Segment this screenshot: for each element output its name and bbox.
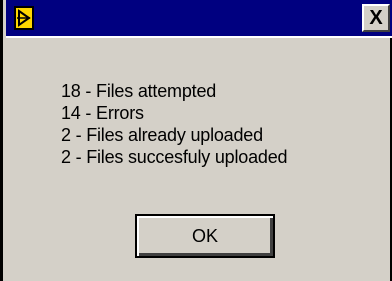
close-button[interactable]: X — [362, 4, 390, 32]
ok-button[interactable]: OK — [135, 214, 275, 258]
message-files-already-uploaded: 2 - Files already uploaded — [61, 125, 263, 145]
upload-summary: 18 - Files attempted 14 - Errors 2 - Fil… — [61, 80, 288, 168]
close-icon: X — [369, 7, 383, 29]
message-files-attempted: 18 - Files attempted — [61, 81, 217, 101]
message-errors: 14 - Errors — [61, 103, 144, 123]
dialog-window: X 18 - Files attempted 14 - Errors 2 - F… — [0, 0, 392, 281]
title-bar-divider — [6, 36, 392, 38]
title-bar[interactable]: X — [6, 0, 392, 36]
labview-run-arrow-icon — [14, 6, 34, 30]
message-files-uploaded: 2 - Files succesfuly uploaded — [61, 147, 288, 167]
